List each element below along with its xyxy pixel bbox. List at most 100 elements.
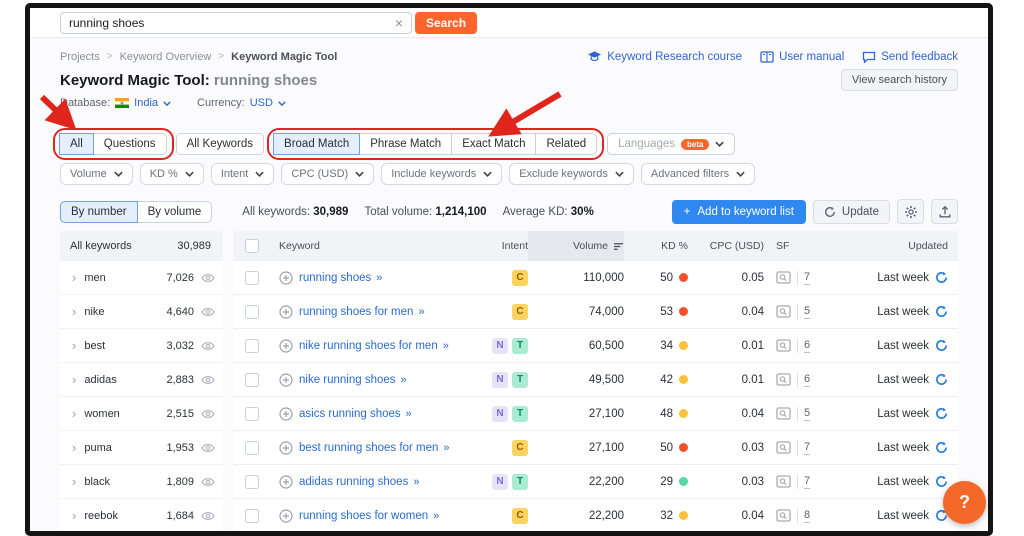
by-volume-toggle[interactable]: By volume [136,200,213,223]
view-search-history-button[interactable]: View search history [840,69,958,91]
add-to-keyword-list-button[interactable]: + Add to keyword list [671,199,806,224]
filter-intent[interactable]: Intent [210,163,275,185]
column-header-cpc[interactable]: CPC (USD) [688,240,764,252]
expand-keyword-icon[interactable]: » [376,272,382,284]
filter-exclude-keywords[interactable]: Exclude keywords [509,163,634,185]
sidebar-group-item[interactable]: › best 3,032 [60,329,223,363]
sidebar-group-item[interactable]: › puma 1,953 [60,431,223,465]
breadcrumb-item[interactable]: Projects [60,51,100,63]
keyword-research-course-link[interactable]: Keyword Research course [587,50,742,63]
column-header-intent[interactable]: Intent [470,240,528,252]
sidebar-group-item[interactable]: › women 2,515 [60,397,223,431]
expand-keyword-icon[interactable]: » [418,306,424,318]
refresh-icon[interactable] [935,271,948,284]
add-keyword-icon[interactable] [279,474,293,489]
chevron-right-icon[interactable]: › [72,508,76,523]
row-checkbox[interactable] [245,372,259,387]
breadcrumb-item[interactable]: Keyword Overview [120,51,212,63]
add-keyword-icon[interactable] [279,440,293,455]
sidebar-group-item[interactable]: › adidas 2,883 [60,363,223,397]
chevron-right-icon[interactable]: › [72,474,76,489]
filter-kd-[interactable]: KD % [139,163,204,185]
chevron-right-icon[interactable]: › [72,372,76,387]
expand-keyword-icon[interactable]: » [413,476,419,488]
sidebar-header[interactable]: All keywords 30,989 [60,231,223,261]
sidebar-group-item[interactable]: › men 7,026 [60,261,223,295]
sf-count[interactable]: 7 [804,441,811,455]
keyword-link[interactable]: running shoes for men» [299,306,425,318]
chevron-right-icon[interactable]: › [72,406,76,421]
help-button[interactable]: ? [943,481,986,524]
row-checkbox[interactable] [245,440,259,455]
refresh-icon[interactable] [935,441,948,454]
keyword-link[interactable]: running shoes» [299,272,382,284]
sf-count[interactable]: 6 [804,339,811,353]
sidebar-group-item[interactable]: › nike 4,640 [60,295,223,329]
database-selector[interactable]: Database: India [60,97,171,109]
serp-features-icon[interactable] [776,339,791,352]
refresh-icon[interactable] [935,339,948,352]
row-checkbox[interactable] [245,508,259,523]
eye-icon[interactable] [201,341,215,351]
chevron-right-icon[interactable]: › [72,270,76,285]
select-all-checkbox[interactable] [245,239,259,253]
tab-all[interactable]: All [59,133,94,155]
serp-features-icon[interactable] [776,373,791,386]
by-number-toggle[interactable]: By number [60,200,138,223]
sf-count[interactable]: 5 [804,407,811,421]
tab-exact-match[interactable]: Exact Match [451,133,537,155]
row-checkbox[interactable] [245,406,259,421]
eye-icon[interactable] [201,443,215,453]
serp-features-icon[interactable] [776,305,791,318]
export-button[interactable] [931,199,958,224]
sf-count[interactable]: 7 [804,475,811,489]
settings-button[interactable] [897,199,924,224]
keyword-link[interactable]: asics running shoes» [299,408,412,420]
tab-phrase-match[interactable]: Phrase Match [359,133,453,155]
keyword-link[interactable]: adidas running shoes» [299,476,419,488]
column-header-kd[interactable]: KD % [624,240,688,252]
refresh-icon[interactable] [935,475,948,488]
eye-icon[interactable] [201,375,215,385]
clear-search-icon[interactable]: × [395,16,403,30]
refresh-icon[interactable] [935,305,948,318]
add-keyword-icon[interactable] [279,338,293,353]
tab-broad-match[interactable]: Broad Match [273,133,361,155]
update-button[interactable]: Update [812,199,890,224]
chevron-right-icon[interactable]: › [72,338,76,353]
chevron-right-icon[interactable]: › [72,440,76,455]
eye-icon[interactable] [201,409,215,419]
chevron-right-icon[interactable]: › [72,304,76,319]
languages-dropdown[interactable]: Languages beta [607,133,736,155]
keyword-link[interactable]: running shoes for women» [299,510,439,522]
serp-features-icon[interactable] [776,441,791,454]
refresh-icon[interactable] [935,373,948,386]
tab-questions[interactable]: Questions [92,133,167,155]
expand-keyword-icon[interactable]: » [433,510,439,522]
sf-count[interactable]: 5 [804,305,811,319]
column-header-volume[interactable]: Volume [528,231,624,261]
search-box[interactable]: × [60,11,412,34]
currency-selector[interactable]: Currency: USD [197,97,286,109]
search-input[interactable] [69,15,395,30]
user-manual-link[interactable]: User manual [760,51,844,63]
row-checkbox[interactable] [245,270,259,285]
column-header-updated[interactable]: Updated [830,240,948,252]
column-header-sf[interactable]: SF [764,240,830,252]
tab-all-keywords[interactable]: All Keywords [175,133,265,155]
sidebar-group-item[interactable]: › black 1,809 [60,465,223,499]
sidebar-group-item[interactable]: › reebok 1,684 [60,499,223,531]
serp-features-icon[interactable] [776,475,791,488]
serp-features-icon[interactable] [776,271,791,284]
keyword-link[interactable]: nike running shoes for men» [299,340,449,352]
keyword-link[interactable]: nike running shoes» [299,374,407,386]
search-button[interactable]: Search [415,11,478,34]
filter-volume[interactable]: Volume [60,163,133,185]
eye-icon[interactable] [201,477,215,487]
eye-icon[interactable] [201,273,215,283]
add-keyword-icon[interactable] [279,406,293,421]
add-keyword-icon[interactable] [279,304,293,319]
add-keyword-icon[interactable] [279,270,293,285]
sf-count[interactable]: 8 [804,509,811,523]
add-keyword-icon[interactable] [279,372,293,387]
